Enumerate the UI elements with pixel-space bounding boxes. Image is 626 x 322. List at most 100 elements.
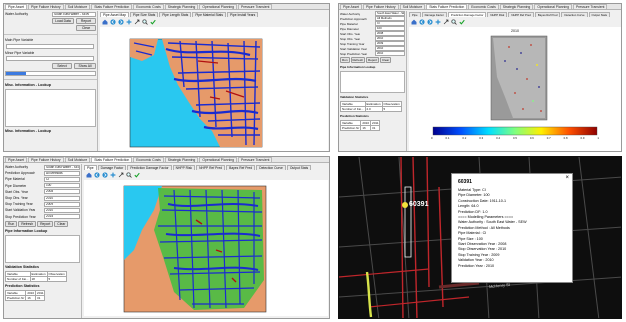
tab-pipe-failure-history[interactable]: Pipe Failure History [28, 157, 64, 162]
show-all-button[interactable]: Show All [74, 62, 96, 69]
tab-pipe-material-stats[interactable]: Pipe Material Stats [192, 12, 226, 18]
tab-pipe-install-years[interactable]: Pipe Install Years [226, 12, 259, 18]
pipe-info-title: Pipe Information Lookup [5, 228, 48, 233]
pipe-network-svg [123, 185, 267, 313]
forward-icon[interactable] [102, 172, 108, 178]
pipe-network-map[interactable] [84, 180, 328, 316]
tab-nhpp-risk[interactable]: NHPP Risk [487, 12, 508, 18]
prediction-sidebar: Water Authority South East Water - SEW Pr… [4, 164, 82, 318]
report-button[interactable]: Report [37, 220, 54, 227]
minor-pipe-variable-select[interactable] [6, 56, 94, 62]
zoom-icon[interactable] [142, 19, 148, 25]
tab-stats-failure-prediction[interactable]: Stats Failure Prediction [426, 4, 468, 9]
tab-detection-curve[interactable]: Detection Curve [561, 12, 588, 18]
tab-operational-planning[interactable]: Operational Planning [199, 157, 237, 162]
tab-pipe-failure-history[interactable]: Pipe Failure History [28, 4, 64, 9]
forward-icon[interactable] [118, 19, 124, 25]
tab-economic-costs[interactable]: Economic Costs [468, 4, 499, 9]
tab-damage-factor[interactable]: Damage Factor [97, 165, 127, 171]
clear-button[interactable]: Clear [76, 25, 96, 32]
popup-title: 60391 [458, 179, 472, 185]
water-authority-label: Water Authority [5, 12, 29, 17]
run-button[interactable]: Run [5, 220, 18, 227]
validation-stats-title: Validation Statistics [5, 264, 39, 269]
tab-output-stats[interactable]: Output Stats [286, 165, 312, 171]
pan-icon[interactable] [443, 19, 449, 25]
tab-operational-planning[interactable]: Operational Planning [534, 4, 572, 9]
tab-soil-moisture[interactable]: Soil Moisture [64, 4, 91, 9]
tab-output-stats[interactable]: Output Stats [588, 12, 611, 18]
refresh-button[interactable]: Refresh [18, 220, 37, 227]
back-icon[interactable] [419, 19, 425, 25]
back-icon[interactable] [94, 172, 100, 178]
tab-pressure-transient[interactable]: Pressure Transient [573, 4, 608, 9]
map-toolbar [86, 172, 140, 178]
tab-pressure-transient[interactable]: Pressure Transient [238, 157, 273, 162]
tab-stats-failure-prediction[interactable]: Stats Failure Prediction [91, 4, 133, 9]
tab-damage-factor[interactable]: Damage Factor [421, 12, 447, 18]
tab-pipe[interactable]: Pipe [84, 165, 97, 171]
tab-pipe-asset-map[interactable]: Pipe Asset Map [100, 12, 129, 18]
tab-pressure-transient[interactable]: Pressure Transient [238, 4, 273, 9]
map-toolbar [411, 19, 465, 25]
prediction-stats-title: Prediction Statistics [5, 283, 40, 288]
run-button[interactable]: Run [340, 57, 350, 63]
check-icon[interactable] [459, 19, 465, 25]
load-data-button[interactable]: Load Data [52, 18, 74, 25]
close-icon[interactable]: × [565, 175, 569, 181]
report-button[interactable]: Report [76, 18, 96, 25]
tab-pipe-asset[interactable]: Pipe Asset [5, 157, 28, 162]
tab-soil-moisture[interactable]: Soil Moisture [64, 157, 91, 162]
home-icon[interactable] [411, 19, 417, 25]
add-icon[interactable] [435, 19, 441, 25]
main-pipe-variable-select[interactable] [6, 43, 94, 49]
tab-strategic-planning[interactable]: Strategic Planning [164, 4, 199, 9]
zoom-icon[interactable] [126, 172, 132, 178]
tab-strategic-planning[interactable]: Strategic Planning [499, 4, 534, 9]
tab-stats-failure-prediction[interactable]: Stats Failure Prediction [91, 157, 133, 162]
tab-nhpp-risk[interactable]: NHPP Risk [172, 165, 196, 171]
forward-icon[interactable] [427, 19, 433, 25]
refresh-button[interactable]: Refresh [350, 57, 366, 63]
tab-nhpp-ref-pred[interactable]: NHPP Ref Pred [508, 12, 534, 18]
tab-detection-curve[interactable]: Detection Curve [256, 165, 286, 171]
add-icon[interactable] [126, 19, 132, 25]
tab-pipe-asset[interactable]: Pipe Asset [340, 4, 363, 9]
zoom-icon[interactable] [451, 19, 457, 25]
tab-prediction-damage-factor[interactable]: Prediction Damage Factor [447, 12, 487, 18]
add-icon[interactable] [110, 172, 116, 178]
pan-icon[interactable] [118, 172, 124, 178]
misc-info-title: Misc. Information - Lookup [5, 82, 51, 87]
damage-factor-map[interactable]: 2010 0 0.1 0.2 0.3 0.4 0.5 0.6 0.7 0.8 0… [409, 27, 621, 151]
pipe-map-panel: Pipe Asset Pipe Failure History Soil Moi… [3, 156, 330, 319]
tab-economic-costs[interactable]: Economic Costs [133, 157, 164, 162]
select-button[interactable]: Select [52, 62, 72, 69]
tab-pipe-failure-history[interactable]: Pipe Failure History [363, 4, 399, 9]
water-authority-select[interactable]: South East Water - SEW [52, 11, 96, 17]
pipe-asset-map[interactable] [100, 27, 328, 151]
clear-button[interactable]: Clear [54, 220, 69, 227]
tab-pipe-length-stats[interactable]: Pipe Length Stats [159, 12, 192, 18]
tab-prediction-damage-factor[interactable]: Prediction Damage Factor [127, 165, 172, 171]
tab-soil-moisture[interactable]: Soil Moisture [399, 4, 426, 9]
report-button[interactable]: Report [366, 57, 380, 63]
tab-pipe-asset[interactable]: Pipe Asset [5, 4, 28, 9]
pan-icon[interactable] [134, 19, 140, 25]
home-icon[interactable] [86, 172, 92, 178]
tab-bayes-ref-pred[interactable]: Bayes Ref Pred [534, 12, 561, 18]
variable-slider[interactable] [5, 71, 96, 77]
back-icon[interactable] [110, 19, 116, 25]
check-icon[interactable] [150, 19, 156, 25]
tab-strategic-planning[interactable]: Strategic Planning [164, 157, 199, 162]
tab-pipe-size-stats[interactable]: Pipe Size Stats [129, 12, 159, 18]
tab-economic-costs[interactable]: Economic Costs [133, 4, 164, 9]
pipe-3d-view[interactable]: 60391 McHenry St × 60391 Material Type: … [338, 156, 622, 319]
tab-nhpp-ref-pred[interactable]: NHPP Ref Pred [196, 165, 226, 171]
check-icon[interactable] [134, 172, 140, 178]
home-icon[interactable] [102, 19, 108, 25]
clear-button[interactable]: Clear [380, 57, 392, 63]
tab-operational-planning[interactable]: Operational Planning [199, 4, 237, 9]
pipe-marker[interactable] [402, 202, 408, 208]
tab-bayes-ref-pred[interactable]: Bayes Ref Pred [226, 165, 256, 171]
tab-pipe[interactable]: Pipe [409, 12, 421, 18]
